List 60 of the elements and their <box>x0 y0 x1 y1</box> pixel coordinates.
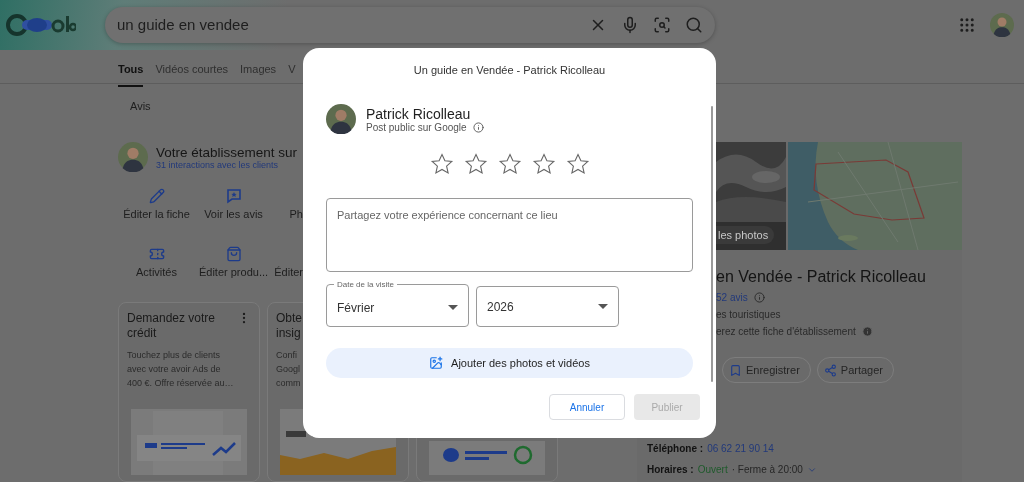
search-tab[interactable]: Vidéos courtes <box>155 62 229 87</box>
author-name: Patrick Ricolleau <box>366 105 472 122</box>
star-icon[interactable] <box>565 152 590 176</box>
pencil-icon <box>148 188 165 204</box>
star-icon[interactable] <box>531 152 556 176</box>
author-avatar <box>326 104 356 134</box>
action-button[interactable]: Voir les avis <box>195 184 272 220</box>
business-title: Votre établissement sur <box>156 144 298 160</box>
apps-icon[interactable] <box>958 15 976 34</box>
fact-label: Téléphone : <box>647 443 704 454</box>
caret-icon <box>598 304 608 309</box>
year-select[interactable]: 2026 <box>476 286 619 327</box>
card-title: Demandez votre crédit <box>127 311 216 341</box>
phone-link[interactable]: 06 62 21 90 14 <box>707 443 774 454</box>
dialog-title: Un guide en Vendée - Patrick Ricolleau <box>413 64 606 76</box>
info-icon[interactable] <box>472 121 484 133</box>
open-status: Ouvert <box>697 464 728 475</box>
add-media-button[interactable]: Ajouter des photos et vidéos <box>326 348 693 378</box>
action-button[interactable]: Activités <box>118 242 195 278</box>
logo-drawing[interactable] <box>6 11 76 38</box>
manage-text: erez cette fiche d'établissement <box>716 326 856 337</box>
lens-icon[interactable] <box>653 15 671 34</box>
star-icon[interactable] <box>463 152 488 176</box>
action-button[interactable]: Éditer la fiche <box>118 184 195 220</box>
star-icon[interactable] <box>429 152 454 176</box>
search-tab[interactable]: Images <box>240 62 277 87</box>
visibility-text: Post public sur Google <box>366 121 467 133</box>
card-title: Obte insig <box>276 311 302 341</box>
account-avatar <box>990 12 1014 37</box>
search-icon[interactable] <box>685 15 703 34</box>
bookmark-icon <box>729 363 742 377</box>
cancel-button[interactable]: Annuler <box>549 394 625 420</box>
scrollbar[interactable] <box>711 106 713 382</box>
review-field[interactable]: Partagez votre expérience concernant ce lieu <box>326 198 693 272</box>
microphone-icon[interactable] <box>621 15 639 34</box>
add-photo-icon <box>429 356 444 370</box>
star-icon[interactable] <box>497 152 522 176</box>
month-select[interactable]: Date de la visite Février <box>326 280 469 327</box>
search-tab[interactable]: V <box>288 62 296 87</box>
business-avatar <box>118 142 148 172</box>
search-tab[interactable]: Tous <box>118 62 144 87</box>
info-icon[interactable] <box>753 292 765 303</box>
action-button[interactable]: Ph <box>272 184 303 220</box>
interactions-link[interactable]: 31 interactions avec les clients <box>156 159 298 170</box>
action-button[interactable]: Éditer <box>272 242 303 278</box>
place-title: en Vendée - Patrick Ricolleau <box>716 268 927 286</box>
search-field[interactable]: un guide en vendee <box>105 6 715 43</box>
bag-icon <box>225 246 242 262</box>
info-icon[interactable] <box>861 326 873 337</box>
place-category: es touristiques <box>716 309 781 320</box>
review-icon <box>225 188 242 204</box>
filter-chip[interactable]: Avis <box>130 99 151 112</box>
share-icon <box>823 363 837 377</box>
photos-button[interactable]: les photos <box>716 226 775 244</box>
caret-icon <box>448 305 458 310</box>
fact-label: Horaires : <box>647 464 694 475</box>
ticket-icon <box>148 246 165 262</box>
reviews-link[interactable]: 52 avis <box>716 292 748 303</box>
action-button[interactable]: Éditer produ... <box>195 242 272 278</box>
closing-time: · Ferme à 20:00 <box>731 464 803 475</box>
